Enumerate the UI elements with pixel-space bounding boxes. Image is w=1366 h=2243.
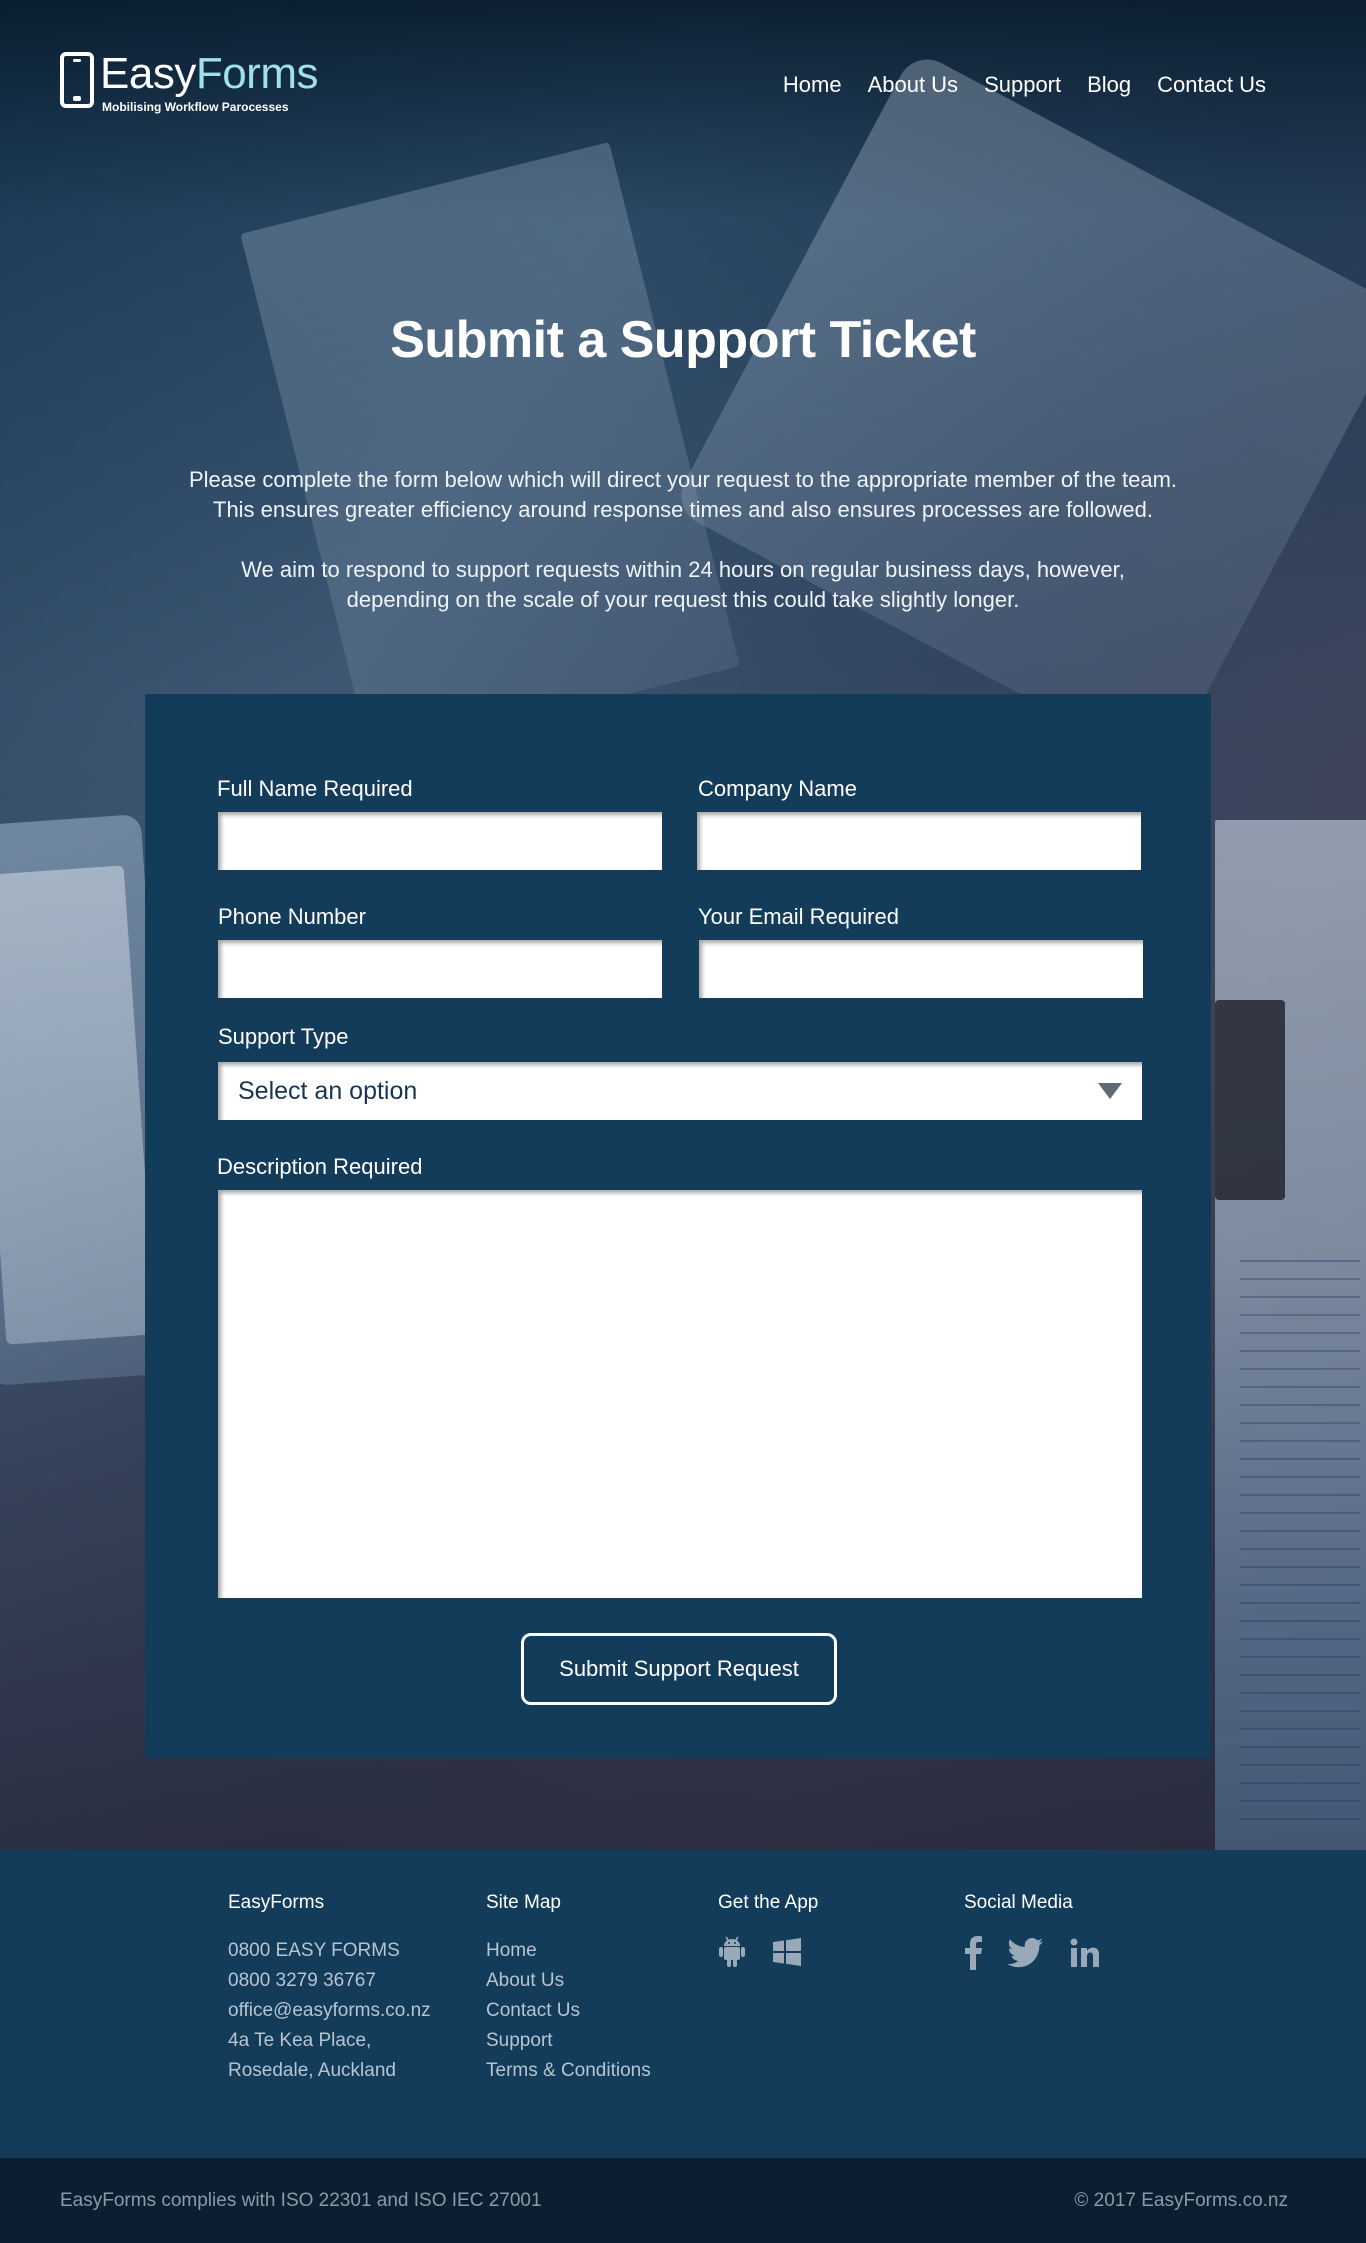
page-title: Submit a Support Ticket <box>390 311 976 369</box>
description-label: Description Required <box>217 1154 423 1179</box>
intro-paragraph-2: We aim to respond to support requests wi… <box>100 555 1266 615</box>
footer-phone-text[interactable]: 0800 EASY FORMS <box>228 1936 431 1966</box>
main-nav: Home About Us Support Blog Contact Us <box>783 72 1266 98</box>
site-footer: EasyForms 0800 EASY FORMS 0800 3279 3676… <box>0 1850 1366 2158</box>
footer-col-contact: EasyForms 0800 EASY FORMS 0800 3279 3676… <box>228 1892 431 2086</box>
intro-line: depending on the scale of your request t… <box>346 587 1020 612</box>
linkedin-icon[interactable] <box>1070 1938 1100 1968</box>
email-input[interactable] <box>699 940 1143 998</box>
footer-address-line-1: 4a Te Kea Place, <box>228 2030 372 2051</box>
footer-link-contact-us[interactable]: Contact Us <box>486 1996 651 2026</box>
footer-col-social: Social Media <box>964 1892 1100 1970</box>
background-papers-image <box>240 142 740 758</box>
footer-link-terms[interactable]: Terms & Conditions <box>486 2056 651 2086</box>
intro-paragraph-1: Please complete the form below which wil… <box>100 465 1266 525</box>
logo-name: EasyForms <box>100 52 318 96</box>
full-name-input[interactable] <box>218 812 662 870</box>
footer-email-link[interactable]: office@easyforms.co.nz <box>228 1996 431 2026</box>
support-type-select[interactable]: Select an option <box>218 1062 1142 1120</box>
intro-line: This ensures greater efficiency around r… <box>213 497 1153 522</box>
phone-icon <box>60 52 94 108</box>
intro-line: Please complete the form below which wil… <box>188 467 1178 492</box>
footer-link-support[interactable]: Support <box>486 2026 651 2056</box>
phone-number-input[interactable] <box>218 940 662 998</box>
intro-line: We aim to respond to support requests wi… <box>241 557 1125 582</box>
footer-link-home[interactable]: Home <box>486 1936 651 1966</box>
intro-text: Please complete the form below which wil… <box>100 465 1266 615</box>
social-icons <box>964 1936 1100 1970</box>
app-icons <box>718 1936 818 1968</box>
footer-heading-app: Get the App <box>718 1892 819 1913</box>
nav-support[interactable]: Support <box>984 72 1061 98</box>
company-name-label: Company Name <box>698 776 857 801</box>
support-ticket-form: Full Name Required Company Name Phone Nu… <box>145 694 1211 1758</box>
footer-sitemap-list: Home About Us Contact Us Support Terms &… <box>486 1936 651 2086</box>
copyright-text: © 2017 EasyForms.co.nz <box>1074 2190 1288 2211</box>
description-textarea[interactable] <box>218 1190 1142 1598</box>
logo-name-forms: Forms <box>195 49 319 98</box>
footer-heading-sitemap: Site Map <box>486 1892 561 1913</box>
twitter-icon[interactable] <box>1008 1938 1044 1968</box>
logo[interactable]: EasyForms Mobilising Workflow Parocesses <box>60 52 318 114</box>
background-book-image <box>1215 1000 1285 1200</box>
submit-support-request-button[interactable]: Submit Support Request <box>521 1633 837 1705</box>
full-name-label: Full Name Required <box>217 776 413 801</box>
footer-contact-list: 0800 EASY FORMS 0800 3279 36767 office@e… <box>228 1936 431 2086</box>
footer-col-sitemap: Site Map Home About Us Contact Us Suppor… <box>486 1892 651 2086</box>
footer-col-app: Get the App <box>718 1892 818 1968</box>
compliance-text: EasyForms complies with ISO 22301 and IS… <box>60 2190 542 2211</box>
phone-number-label: Phone Number <box>218 904 366 929</box>
logo-text: EasyForms Mobilising Workflow Parocesses <box>100 52 318 115</box>
footer-heading-social: Social Media <box>964 1892 1073 1913</box>
background-table-lines <box>1240 1260 1360 1820</box>
windows-icon[interactable] <box>772 1937 802 1967</box>
footer-heading-easyforms: EasyForms <box>228 1892 325 1913</box>
support-type-label: Support Type <box>218 1024 349 1049</box>
footer-address-line-2: Rosedale, Auckland <box>228 2060 396 2081</box>
support-type-selected-value: Select an option <box>238 1076 418 1105</box>
footer-phone-number[interactable]: 0800 3279 36767 <box>228 1966 431 1996</box>
site-header: EasyForms Mobilising Workflow Parocesses… <box>0 0 1366 160</box>
company-name-input[interactable] <box>697 812 1141 870</box>
nav-blog[interactable]: Blog <box>1087 72 1131 98</box>
footer-link-about-us[interactable]: About Us <box>486 1966 651 1996</box>
bottom-bar: EasyForms complies with ISO 22301 and IS… <box>0 2158 1366 2243</box>
logo-tagline: Mobilising Workflow Parocesses <box>102 100 289 114</box>
email-label: Your Email Required <box>698 904 899 929</box>
chevron-down-icon <box>1098 1083 1122 1099</box>
nav-home[interactable]: Home <box>783 72 842 98</box>
nav-about-us[interactable]: About Us <box>868 72 959 98</box>
android-icon[interactable] <box>718 1936 746 1968</box>
facebook-icon[interactable] <box>964 1936 982 1970</box>
logo-name-easy: Easy <box>100 49 196 98</box>
nav-contact-us[interactable]: Contact Us <box>1157 72 1266 98</box>
